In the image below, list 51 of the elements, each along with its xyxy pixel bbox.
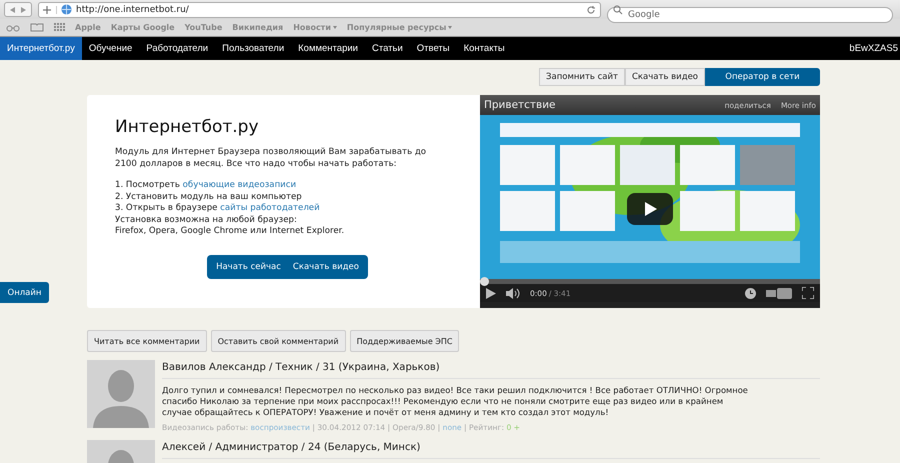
comment-text: Долго тупил и сомневался! Пересмотрел по несколько раз видео! Все таки решил подключится ! Все работает ОТЛИЧНО! Огромное спасибо Николаю за терпение при моих расспросах!!! Рекомендую если что не поняли смотрите еще раз видео или в крайнем случае обращайтесь к ОПЕРАТОРУ! Уважение и почёт от меня админу и тем кто создал этот модуль! — [162, 385, 749, 418]
comment-tab[interactable]: Читать все комментарии — [87, 330, 207, 352]
volume-icon[interactable] — [506, 288, 520, 298]
comment-tab[interactable]: Оставить свой комментарий — [210, 330, 346, 352]
url-text: http://one.internetbot.ru/ — [76, 4, 190, 14]
address-bar[interactable]: http://one.internetbot.ru/ — [38, 2, 601, 18]
instruction-line: Установка возможна на любой браузер: — [115, 214, 298, 226]
intro-text: Модуль для Интернет Браузера позволяющий Вам зарабатывать до 2100 долларов в месяц. Все что надо чтобы начать работать: — [115, 146, 428, 170]
nav-item[interactable]: Комментарии — [291, 37, 365, 60]
nav-item[interactable]: Статьи — [364, 37, 410, 60]
link[interactable]: обучающие видеозаписи — [182, 180, 296, 190]
site-title: Интернетбот.ру — [115, 117, 260, 137]
youtube-logo-icon[interactable] — [766, 288, 792, 298]
instruction-line: 2. Установить модуль на ваш компьютер — [115, 192, 303, 203]
nav-item[interactable]: Ответы — [410, 37, 457, 60]
back-forward-buttons[interactable] — [4, 2, 32, 17]
action-button[interactable]: Оператор в сети — [705, 68, 820, 86]
hero-button[interactable]: Скачать видео — [286, 254, 365, 278]
instruction-line: 1. Посмотреть обучающие видеозаписи — [115, 180, 298, 192]
nav-item[interactable]: Обучение — [82, 37, 140, 60]
clock-icon[interactable] — [745, 288, 756, 298]
instruction-line: Firefox, Opera, Google Chrome или Internet Explorer. — [115, 226, 346, 238]
video-title: Приветствие — [484, 99, 557, 111]
glasses-icon[interactable] — [6, 24, 20, 32]
nav-item[interactable]: Работодатели — [139, 37, 216, 60]
fullscreen-icon[interactable] — [802, 287, 814, 299]
book-icon[interactable] — [30, 23, 44, 32]
reload-icon[interactable] — [586, 4, 596, 14]
nav-item[interactable]: Интернетбот.ру — [0, 37, 82, 60]
comment-tab[interactable]: Поддерживаемые ЭПС — [350, 330, 460, 352]
add-icon[interactable] — [43, 6, 57, 14]
play-icon[interactable] — [627, 193, 673, 225]
progress-track[interactable] — [480, 279, 820, 284]
action-button[interactable]: Скачать видео — [624, 68, 705, 86]
comment-author: Вавилов Александр / Техник / 31 (Украина, Харьков) — [162, 362, 820, 379]
play-icon[interactable] — [486, 288, 496, 298]
instruction-line: 3. Открыть в браузере сайты работодателей — [115, 203, 321, 214]
comment-author: Алексей / Администратор / 24 (Беларусь, Минск) — [162, 442, 820, 459]
hero-button[interactable]: Начать сейчас — [210, 254, 287, 278]
avatar — [87, 360, 155, 428]
nav-item[interactable]: Пользователи — [215, 37, 292, 60]
caret-icon — [332, 26, 337, 29]
globe-icon — [61, 4, 72, 15]
grid-icon[interactable] — [54, 23, 65, 32]
link[interactable]: сайты работодателей — [220, 203, 320, 213]
caret-icon — [448, 26, 452, 29]
nav-item[interactable]: Контакты — [456, 37, 512, 60]
user-name: bEwXZAS5 — [849, 42, 899, 56]
search-field[interactable]: Google — [607, 6, 893, 22]
action-button[interactable]: Запомнить сайт — [539, 68, 625, 86]
online-tab[interactable]: Онлайн — [0, 282, 49, 303]
